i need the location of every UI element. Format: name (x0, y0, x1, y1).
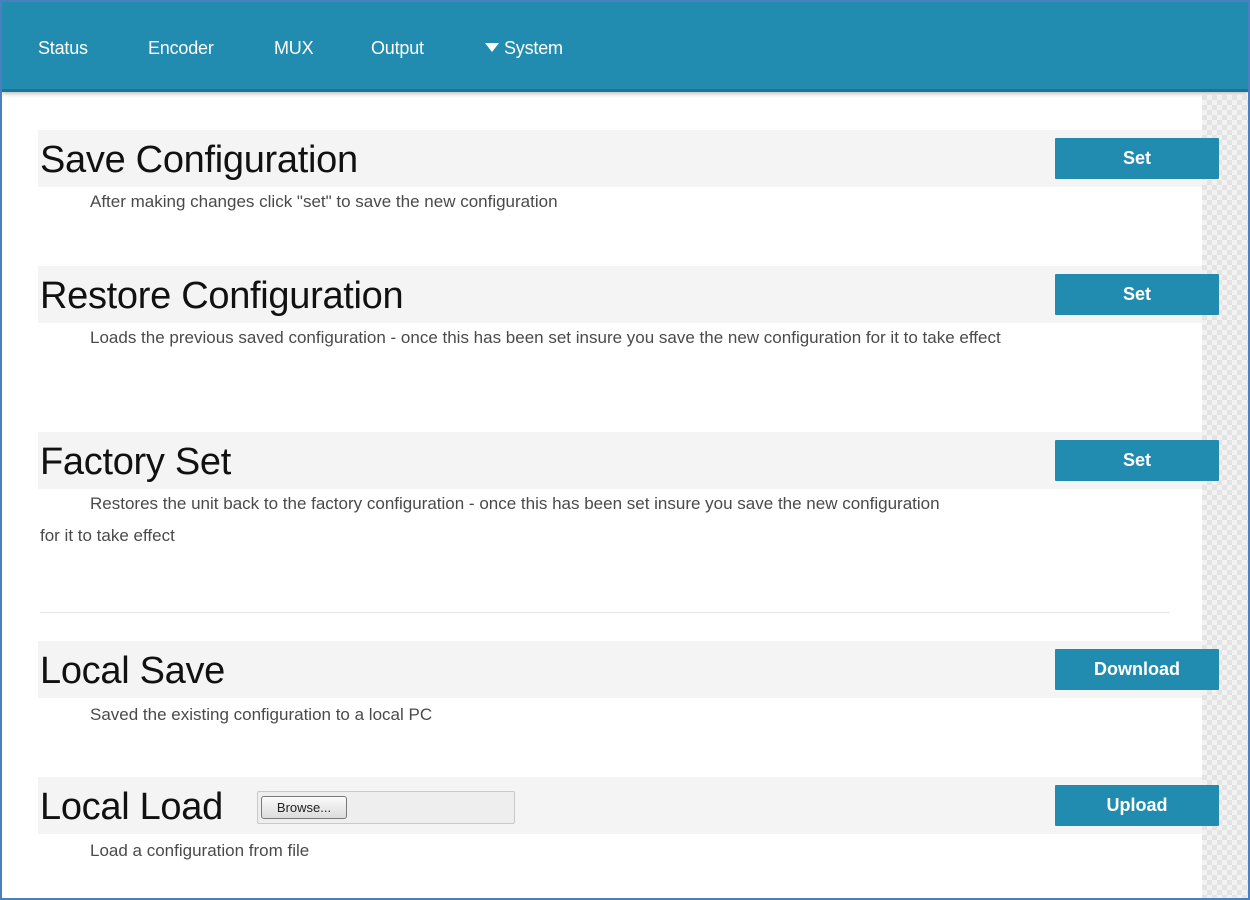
local-load-title: Local Load (40, 786, 223, 828)
nav-output[interactable]: Output (371, 38, 424, 59)
local-save-title: Local Save (40, 650, 226, 692)
restore-config-set-button[interactable]: Set (1055, 274, 1219, 315)
nav-system-label: System (504, 38, 563, 58)
save-config-description: After making changes click "set" to save… (90, 192, 558, 211)
local-save-description: Saved the existing configuration to a lo… (90, 705, 433, 724)
download-button[interactable]: Download (1055, 649, 1219, 690)
nav-mux[interactable]: MUX (274, 38, 314, 59)
browse-button[interactable]: Browse... (261, 796, 347, 819)
factory-set-description: Restores the unit back to the factory co… (40, 494, 940, 545)
save-config-title: Save Configuration (40, 139, 358, 181)
nav-system[interactable]: System (485, 38, 563, 59)
top-nav-bar: Status Encoder MUX Output System (2, 2, 1248, 92)
factory-set-button[interactable]: Set (1055, 440, 1219, 481)
nav-encoder[interactable]: Encoder (148, 38, 214, 59)
section-divider (40, 612, 1170, 613)
save-config-set-button[interactable]: Set (1055, 138, 1219, 179)
app-window: Status Encoder MUX Output System Save Co… (0, 0, 1250, 900)
nav-status[interactable]: Status (38, 38, 88, 59)
caret-down-icon (485, 43, 499, 52)
restore-config-title: Restore Configuration (40, 275, 404, 317)
file-input[interactable]: Browse... (257, 791, 515, 824)
local-load-description: Load a configuration from file (90, 841, 310, 860)
restore-config-description: Loads the previous saved configuration -… (90, 328, 1001, 347)
upload-button[interactable]: Upload (1055, 785, 1219, 826)
side-pattern-strip (1202, 95, 1248, 898)
factory-set-title: Factory Set (40, 441, 231, 483)
